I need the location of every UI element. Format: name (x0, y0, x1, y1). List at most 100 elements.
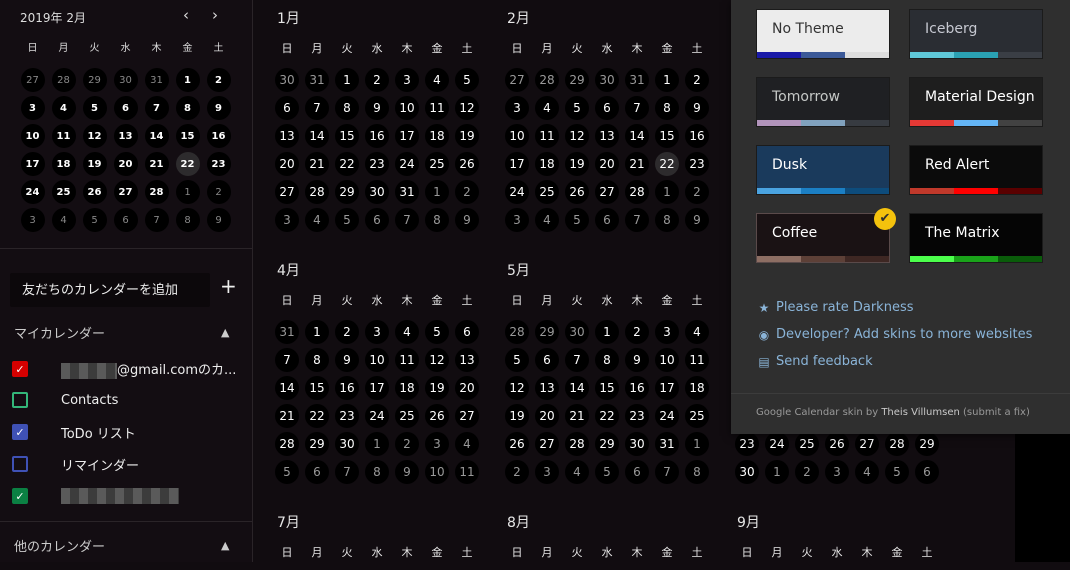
day-cell[interactable]: 10 (392, 94, 422, 122)
day-cell[interactable]: 4 (852, 458, 882, 486)
day-cell[interactable]: 11 (452, 458, 482, 486)
calendar-list-item[interactable]: ✓ @gmail.comのカ... (12, 358, 236, 380)
day-cell[interactable]: 7 (141, 94, 172, 122)
day-cell[interactable]: 27 (17, 66, 48, 94)
day-cell[interactable]: 9 (392, 458, 422, 486)
day-cell[interactable]: 9 (682, 94, 712, 122)
day-cell[interactable]: 11 (532, 122, 562, 150)
day-cell[interactable]: 9 (362, 94, 392, 122)
add-calendar-plus-icon[interactable]: + (220, 274, 237, 298)
day-cell[interactable]: 22 (592, 402, 622, 430)
day-cell[interactable]: 6 (110, 206, 141, 234)
day-cell[interactable]: 12 (452, 94, 482, 122)
day-cell[interactable]: 18 (422, 122, 452, 150)
day-cell[interactable]: 12 (79, 122, 110, 150)
day-cell[interactable]: 27 (852, 430, 882, 458)
day-cell[interactable]: 20 (110, 150, 141, 178)
day-cell[interactable]: 3 (502, 94, 532, 122)
day-cell[interactable]: 12 (502, 374, 532, 402)
day-cell[interactable]: 19 (562, 150, 592, 178)
theme-tile[interactable]: Coffee (756, 213, 890, 263)
day-cell[interactable]: 11 (682, 346, 712, 374)
day-cell[interactable]: 14 (562, 374, 592, 402)
day-cell[interactable]: 29 (912, 430, 942, 458)
day-cell[interactable]: 23 (622, 402, 652, 430)
day-cell[interactable]: 8 (592, 346, 622, 374)
day-cell[interactable]: 8 (652, 94, 682, 122)
day-cell[interactable]: 2 (452, 178, 482, 206)
day-cell[interactable]: 5 (592, 458, 622, 486)
day-cell[interactable]: 7 (272, 346, 302, 374)
day-cell[interactable]: 6 (912, 458, 942, 486)
day-cell[interactable]: 5 (452, 66, 482, 94)
day-cell[interactable]: 30 (110, 66, 141, 94)
day-cell[interactable]: 1 (172, 178, 203, 206)
day-cell[interactable]: 13 (110, 122, 141, 150)
day-cell[interactable]: 28 (302, 178, 332, 206)
day-cell[interactable]: 10 (502, 122, 532, 150)
day-cell[interactable]: 3 (272, 206, 302, 234)
day-cell[interactable]: 16 (622, 374, 652, 402)
day-cell[interactable]: 26 (452, 150, 482, 178)
day-cell[interactable]: 5 (79, 94, 110, 122)
day-cell[interactable]: 14 (302, 122, 332, 150)
day-cell[interactable]: 10 (362, 346, 392, 374)
day-cell[interactable]: 9 (203, 94, 234, 122)
day-cell[interactable]: 9 (452, 206, 482, 234)
month-title[interactable]: 5月 (507, 260, 530, 280)
day-cell[interactable]: 24 (17, 178, 48, 206)
theme-tile[interactable]: The Matrix (909, 213, 1043, 263)
day-cell[interactable]: 24 (392, 150, 422, 178)
day-cell[interactable]: 23 (332, 402, 362, 430)
day-cell[interactable]: 15 (592, 374, 622, 402)
day-cell[interactable]: 19 (79, 150, 110, 178)
day-cell[interactable]: 8 (652, 206, 682, 234)
add-friend-calendar-input[interactable]: 友だちのカレンダーを追加 (10, 273, 210, 307)
day-cell[interactable]: 28 (562, 430, 592, 458)
day-cell[interactable]: 16 (203, 122, 234, 150)
day-cell[interactable]: 27 (502, 66, 532, 94)
month-title[interactable]: 7月 (277, 512, 300, 532)
day-cell[interactable]: 6 (452, 318, 482, 346)
day-cell[interactable]: 3 (17, 206, 48, 234)
day-cell[interactable]: 15 (172, 122, 203, 150)
day-cell[interactable]: 2 (792, 458, 822, 486)
day-cell[interactable]: 5 (272, 458, 302, 486)
day-cell[interactable]: 16 (332, 374, 362, 402)
day-cell[interactable]: 17 (652, 374, 682, 402)
month-title[interactable]: 8月 (507, 512, 530, 532)
day-cell[interactable]: 25 (682, 402, 712, 430)
day-cell[interactable]: 13 (532, 374, 562, 402)
day-cell[interactable]: 1 (682, 430, 712, 458)
theme-tile[interactable]: No Theme (756, 9, 890, 59)
day-cell[interactable]: 8 (422, 206, 452, 234)
day-cell[interactable]: 6 (362, 206, 392, 234)
day-cell[interactable]: 10 (422, 458, 452, 486)
day-cell[interactable]: 4 (682, 318, 712, 346)
day-cell[interactable]: 30 (622, 430, 652, 458)
day-cell[interactable]: 24 (362, 402, 392, 430)
day-cell[interactable]: 4 (532, 94, 562, 122)
day-cell[interactable]: 28 (272, 430, 302, 458)
day-cell[interactable]: 23 (732, 430, 762, 458)
calendar-list-item[interactable]: Contacts (12, 389, 118, 411)
day-cell[interactable]: 31 (141, 66, 172, 94)
day-cell[interactable]: 1 (332, 66, 362, 94)
day-cell[interactable]: 8 (332, 94, 362, 122)
calendar-checkbox[interactable]: ✓ (12, 488, 28, 504)
day-cell[interactable]: 5 (562, 94, 592, 122)
day-cell[interactable]: 6 (110, 94, 141, 122)
day-cell[interactable]: 27 (272, 178, 302, 206)
day-cell[interactable]: 4 (532, 206, 562, 234)
month-title[interactable]: 2月 (507, 8, 530, 28)
day-cell[interactable]: 8 (682, 458, 712, 486)
day-cell[interactable]: 27 (592, 178, 622, 206)
day-cell[interactable]: 5 (562, 206, 592, 234)
day-cell[interactable]: 3 (422, 430, 452, 458)
day-cell[interactable]: 24 (502, 178, 532, 206)
my-calendars-title[interactable]: マイカレンダー (14, 323, 105, 342)
day-cell[interactable]: 28 (622, 178, 652, 206)
day-cell[interactable]: 21 (272, 402, 302, 430)
day-cell[interactable]: 29 (302, 430, 332, 458)
day-cell[interactable]: 4 (302, 206, 332, 234)
